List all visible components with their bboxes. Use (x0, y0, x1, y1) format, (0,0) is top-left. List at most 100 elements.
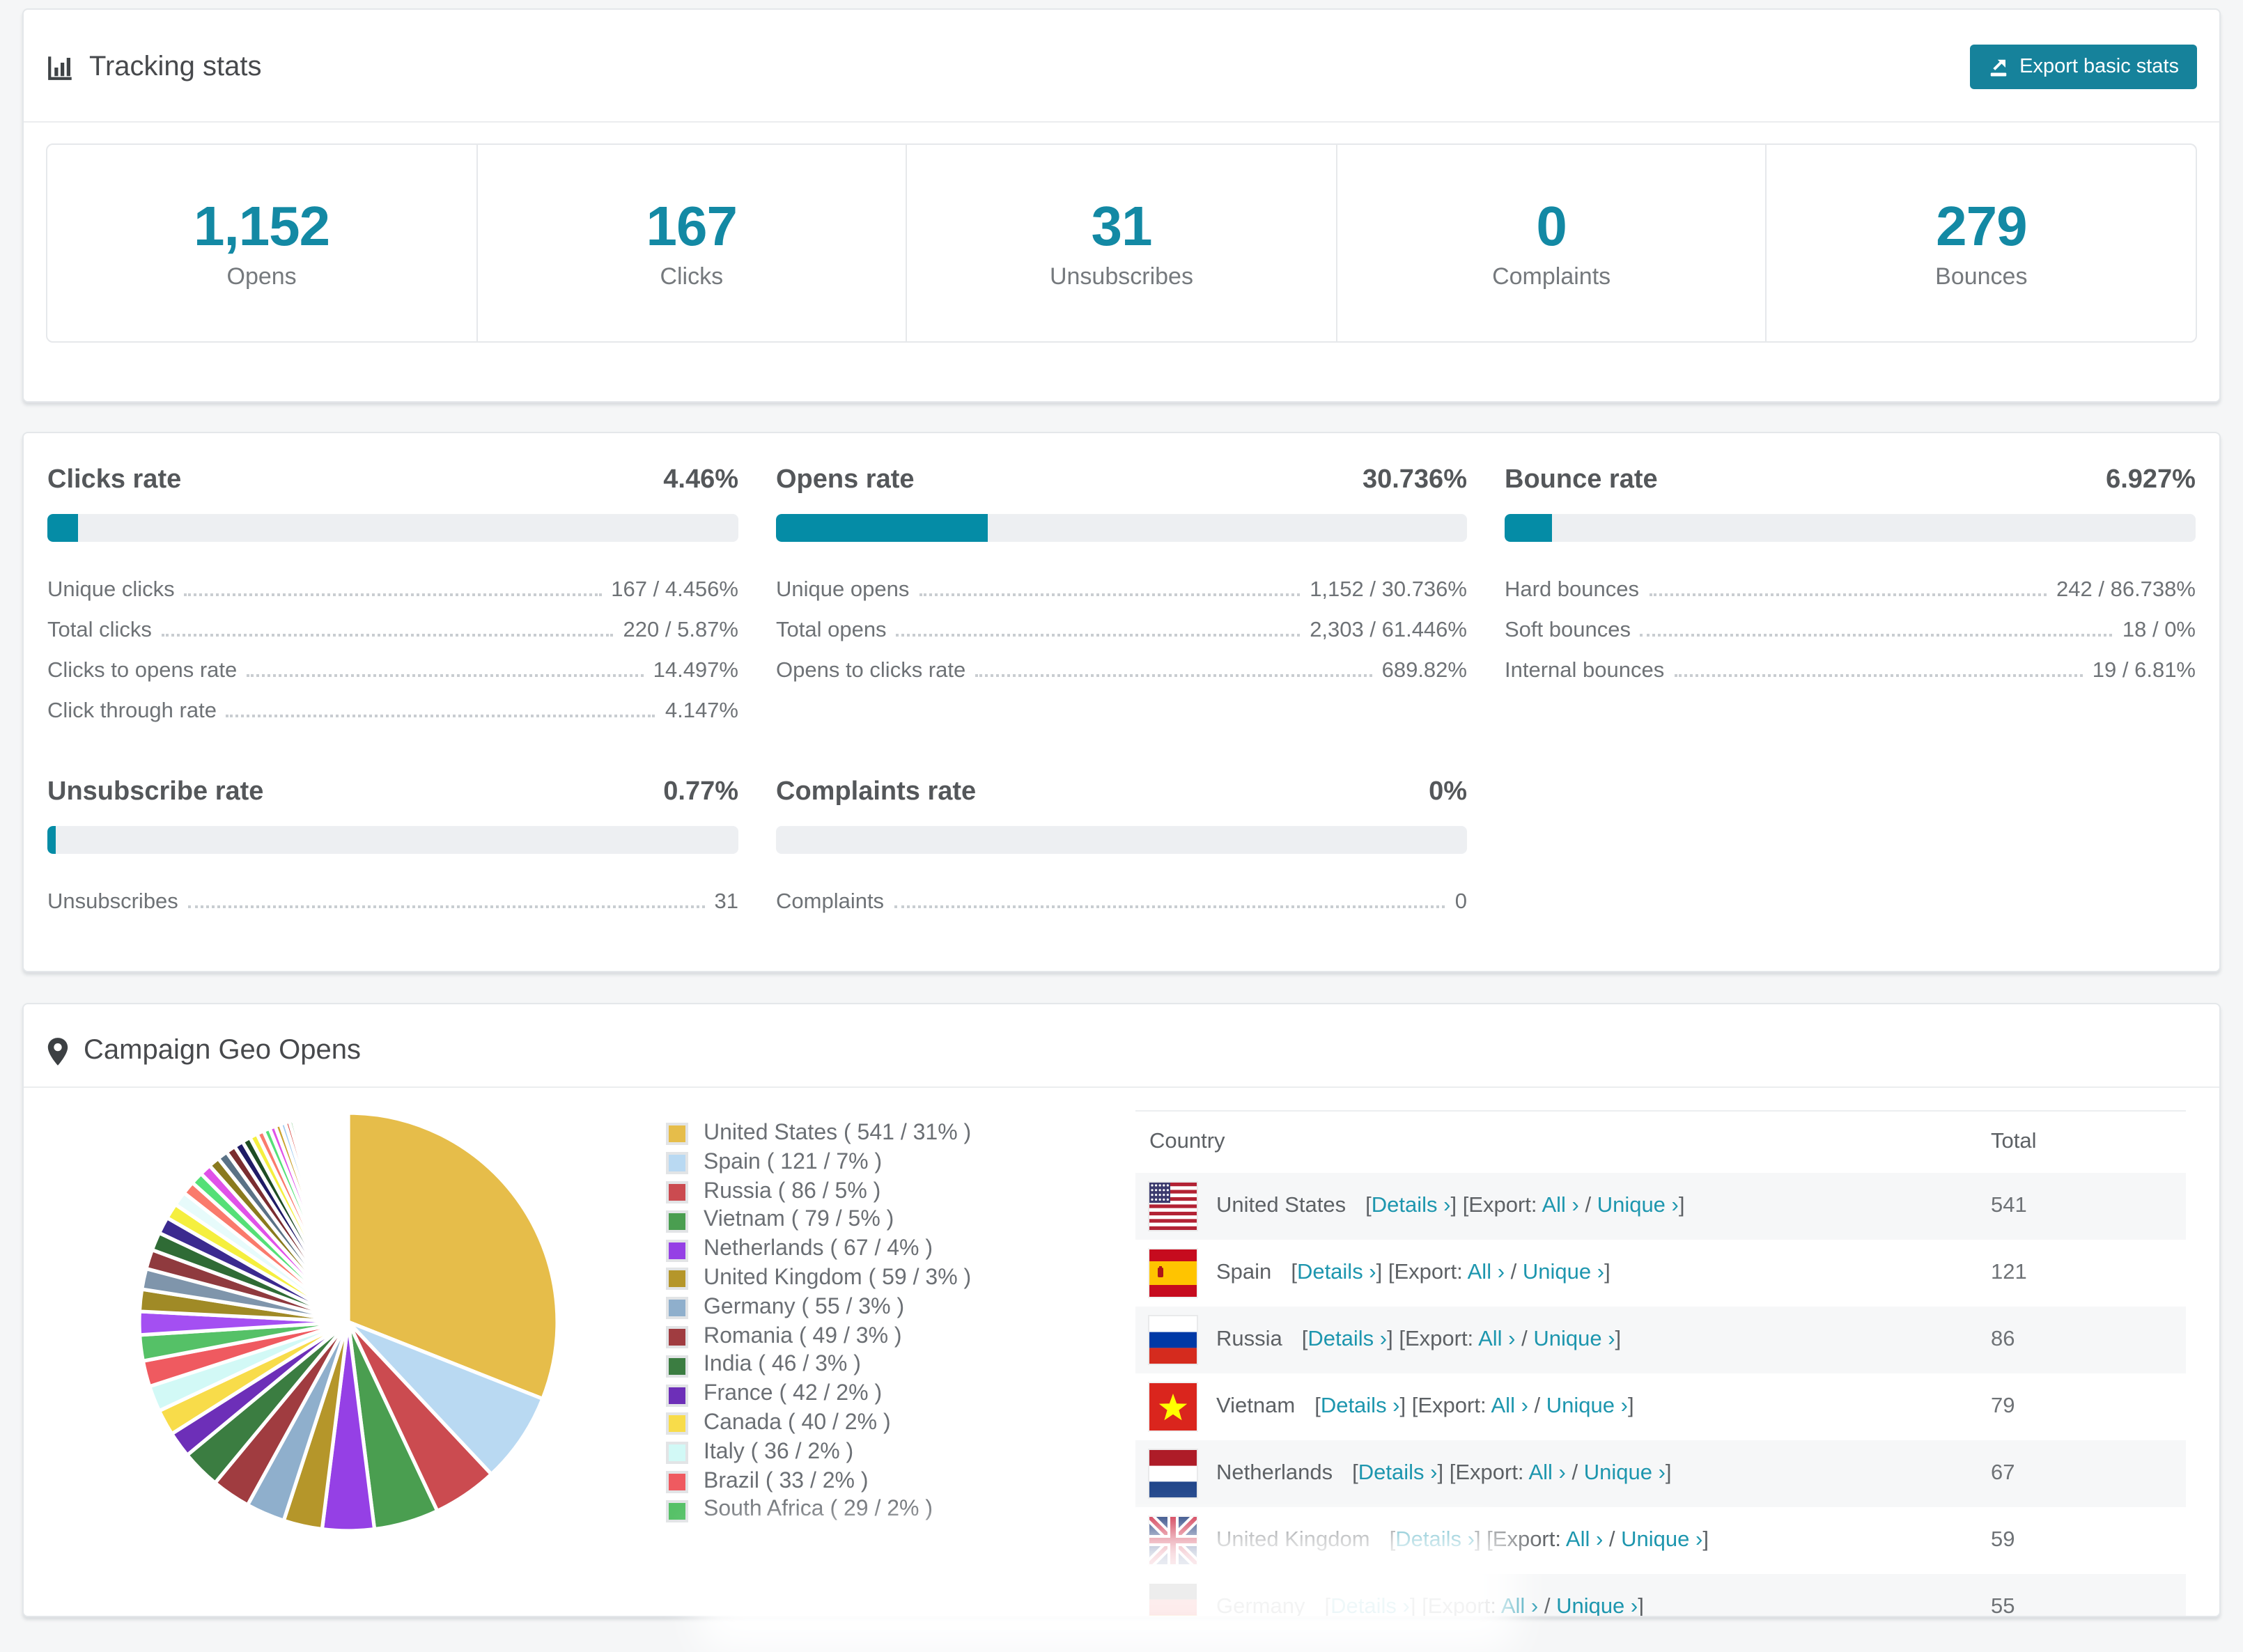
bar-chart-icon (48, 56, 72, 79)
geo-pie-chart[interactable] (46, 1088, 666, 1616)
export-unique-link[interactable]: Unique › (1546, 1394, 1628, 1418)
geo-title-text: Campaign Geo Opens (84, 1035, 362, 1066)
stat-label: Complaints (1492, 263, 1611, 289)
legend-item-italy[interactable]: Italy ( 36 / 2% ) (666, 1439, 1135, 1468)
detail-value: 220 / 5.87% (623, 618, 738, 642)
rates-card: Clicks rate 4.46% Unique clicks 167 / 4.456… (22, 432, 2221, 972)
rate-panel-header: Unsubscribe rate 0.77% (47, 777, 738, 808)
tracking-card-title: Tracking stats (46, 51, 262, 83)
stat-cell-opens: 1,152 Opens (47, 145, 478, 341)
geo-country-cell: Vietnam [Details ›] [Export: All › / Uni… (1135, 1373, 1977, 1440)
rate-progress-fill (47, 514, 79, 542)
country-links: [Details ›] [Export: All › / Unique ›] (1365, 1194, 1685, 1217)
export-unique-link[interactable]: Unique › (1523, 1261, 1604, 1284)
export-all-link[interactable]: All › (1528, 1461, 1565, 1485)
legend-item-netherlands[interactable]: Netherlands ( 67 / 4% ) (666, 1236, 1135, 1265)
export-basic-stats-button[interactable]: Export basic stats (1969, 45, 2197, 89)
tracking-card-header: Tracking stats Export basic stats (24, 10, 2219, 123)
rate-progress-bar (776, 826, 1467, 854)
export-all-link[interactable]: All › (1566, 1528, 1603, 1552)
legend-label: United States ( 541 / 31% ) (704, 1121, 972, 1145)
rate-panel-clicks-rate: Clicks rate 4.46% Unique clicks 167 / 4.456… (47, 465, 738, 724)
legend-item-south-africa[interactable]: South Africa ( 29 / 2% ) (666, 1497, 1135, 1526)
detail-value: 1,152 / 30.736% (1310, 578, 1467, 602)
detail-label: Total clicks (47, 618, 152, 642)
legend-item-united-kingdom[interactable]: United Kingdom ( 59 / 3% ) (666, 1265, 1135, 1294)
detail-label: Total opens (776, 618, 887, 642)
details-link[interactable]: Details › (1297, 1261, 1376, 1284)
geo-card-title: Campaign Geo Opens (46, 1035, 361, 1067)
legend-item-brazil[interactable]: Brazil ( 33 / 2% ) (666, 1467, 1135, 1497)
stat-label: Bounces (1935, 263, 2028, 289)
rate-detail-rows: Unique opens 1,152 / 30.736% Total opens 2,… (776, 563, 1467, 684)
export-all-link[interactable]: All › (1478, 1327, 1515, 1351)
rate-detail-row: Unique clicks 167 / 4.456% (47, 563, 738, 603)
details-link[interactable]: Details › (1358, 1461, 1438, 1485)
legend-swatch (666, 1268, 688, 1291)
geo-table-header-row: Country Total (1135, 1112, 2186, 1173)
legend-item-germany[interactable]: Germany ( 55 / 3% ) (666, 1294, 1135, 1323)
dotted-leader (1674, 674, 2083, 677)
details-link[interactable]: Details › (1321, 1394, 1400, 1418)
export-unique-link[interactable]: Unique › (1584, 1461, 1666, 1485)
location-pin-icon (47, 1037, 68, 1065)
rate-value: 30.736% (1362, 465, 1467, 494)
stat-value: 31 (1091, 196, 1152, 257)
export-all-link[interactable]: All › (1491, 1394, 1528, 1418)
rate-detail-row: Unique opens 1,152 / 30.736% (776, 563, 1467, 603)
stats-summary-row: 1,152 Opens 167 Clicks 31 Unsubscribes 0 Compla… (46, 143, 2197, 343)
rate-detail-row: Hard bounces 242 / 86.738% (1505, 563, 2196, 603)
export-unique-link[interactable]: Unique › (1597, 1194, 1679, 1217)
legend-label: Romania ( 49 / 3% ) (704, 1324, 902, 1348)
legend-swatch (666, 1470, 688, 1493)
country-name: Spain (1216, 1261, 1272, 1284)
pie-chart-svg[interactable] (135, 1109, 561, 1535)
country-links: [Details ›] [Export: All › / Unique ›] (1291, 1261, 1611, 1284)
rate-detail-row: Complaints 0 (776, 875, 1467, 915)
export-unique-link[interactable]: Unique › (1556, 1595, 1638, 1616)
legend-item-united-states[interactable]: United States ( 541 / 31% ) (666, 1120, 1135, 1149)
rate-detail-rows: Unique clicks 167 / 4.456% Total clicks 220… (47, 563, 738, 724)
detail-label: Hard bounces (1505, 578, 1640, 602)
detail-label: Complaints (776, 890, 885, 914)
legend-item-spain[interactable]: Spain ( 121 / 7% ) (666, 1149, 1135, 1178)
geo-table-header-total: Total (1991, 1130, 2037, 1153)
dotted-leader (1649, 593, 2047, 596)
geo-total-cell: 79 (1991, 1394, 2015, 1418)
dotted-leader (896, 634, 1301, 637)
export-unique-link[interactable]: Unique › (1621, 1528, 1702, 1552)
export-all-link[interactable]: All › (1468, 1261, 1505, 1284)
detail-value: 2,303 / 61.446% (1310, 618, 1467, 642)
legend-swatch (666, 1442, 688, 1465)
detail-value: 19 / 6.81% (2092, 659, 2196, 683)
legend-item-russia[interactable]: Russia ( 86 / 5% ) (666, 1178, 1135, 1207)
legend-item-vietnam[interactable]: Vietnam ( 79 / 5% ) (666, 1207, 1135, 1236)
export-all-link[interactable]: All › (1542, 1194, 1578, 1217)
legend-item-romania[interactable]: Romania ( 49 / 3% ) (666, 1323, 1135, 1352)
flag-nl-icon (1148, 1449, 1198, 1499)
legend-item-france[interactable]: France ( 42 / 2% ) (666, 1380, 1135, 1410)
rate-panel-complaints-rate: Complaints rate 0% Complaints 0 (776, 777, 1467, 915)
details-link[interactable]: Details › (1372, 1194, 1451, 1217)
dotted-leader (975, 674, 1372, 677)
detail-value: 242 / 86.738% (2056, 578, 2196, 602)
export-unique-link[interactable]: Unique › (1533, 1327, 1615, 1351)
legend-swatch (666, 1239, 688, 1262)
geo-total-cell: 55 (1991, 1595, 2015, 1617)
rate-title: Opens rate (776, 465, 915, 494)
details-link[interactable]: Details › (1307, 1327, 1387, 1351)
rate-detail-row: Unsubscribes 31 (47, 875, 738, 915)
rate-title: Bounce rate (1505, 465, 1658, 494)
detail-value: 167 / 4.456% (611, 578, 738, 602)
legend-swatch (666, 1325, 688, 1348)
legend-item-canada[interactable]: Canada ( 40 / 2% ) (666, 1410, 1135, 1439)
detail-label: Clicks to opens rate (47, 659, 238, 683)
geo-opens-card: Campaign Geo Opens United States ( 541 /… (22, 1003, 2221, 1617)
geo-total-cell: 541 (1991, 1194, 2027, 1217)
flag-es-icon (1148, 1248, 1198, 1298)
stat-cell-unsubscribes: 31 Unsubscribes (907, 145, 1337, 341)
stat-label: Opens (226, 263, 297, 289)
geo-total-cell: 86 (1991, 1327, 2015, 1351)
legend-item-india[interactable]: India ( 46 / 3% ) (666, 1352, 1135, 1381)
blurred-overlay (697, 1527, 1519, 1652)
